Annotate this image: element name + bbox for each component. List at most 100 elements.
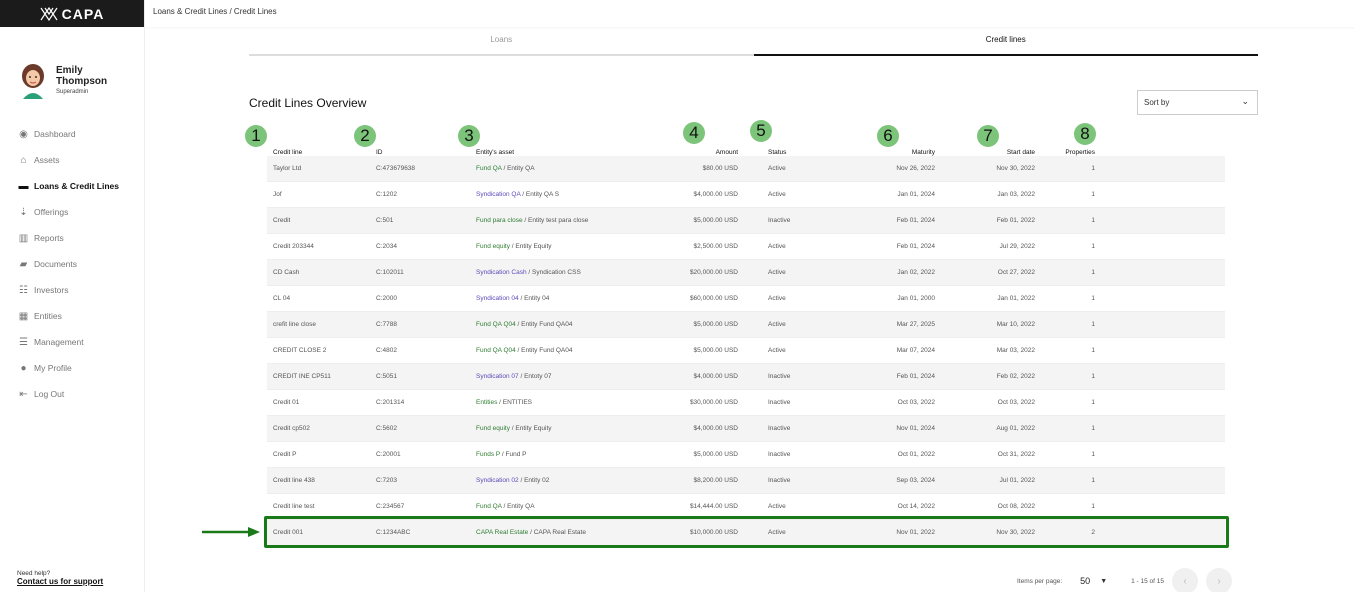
tab-credit-lines[interactable]: Credit lines — [753, 34, 1258, 56]
page-title: Credit Lines Overview — [249, 96, 367, 110]
sidebar-item-label: Investors — [34, 285, 69, 295]
asset-link[interactable]: Syndication 07 — [476, 373, 519, 380]
header-start-date[interactable]: Start date — [935, 149, 1035, 156]
cell-entity-asset: Fund QA Q04 / Entity Fund QA04 — [476, 347, 656, 354]
table-row[interactable]: Credit cp502 C:5602 Fund equity / Entity E… — [267, 416, 1225, 442]
table-row[interactable]: CL 04 C:2000 Syndication 04 / Entity 04 $60… — [267, 286, 1225, 312]
sidebar-item-my-profile[interactable]: ● My Profile — [0, 355, 144, 381]
cell-start-date: Nov 30, 2022 — [996, 165, 1035, 172]
sidebar-item-offerings[interactable]: ⇣ Offerings — [0, 199, 144, 225]
cell-start-date: Oct 31, 2022 — [997, 451, 1035, 458]
cell-id: C:234567 — [376, 503, 405, 510]
table-row[interactable]: Credit C:501 Fund para close / Entity test… — [267, 208, 1225, 234]
table-row[interactable]: Credit 01 C:201314 Entities / ENTITIES $30,… — [267, 390, 1225, 416]
cell-amount: $5,000.00 USD — [693, 347, 738, 354]
asset-link[interactable]: Fund equity — [476, 243, 510, 250]
asset-link[interactable]: Fund equity — [476, 425, 510, 432]
tab-loans[interactable]: Loans — [249, 34, 754, 56]
cell-properties: 1 — [1091, 425, 1095, 432]
cell-start-date: Oct 27, 2022 — [997, 269, 1035, 276]
header-maturity[interactable]: Maturity — [838, 149, 935, 156]
cell-entity-asset: Syndication 04 / Entity 04 — [476, 295, 656, 302]
header-amount[interactable]: Amount — [656, 149, 738, 156]
chevron-left-icon: ‹ — [1183, 575, 1187, 587]
asset-link[interactable]: Fund para close — [476, 217, 523, 224]
table-body: Taylor Ltd C:473679638 Fund QA / Entity QA… — [267, 156, 1225, 546]
cell-properties: 1 — [1091, 347, 1095, 354]
asset-link[interactable]: Syndication 04 — [476, 295, 519, 302]
table-row[interactable]: CD Cash C:102011 Syndication Cash / Syndic… — [267, 260, 1225, 286]
asset-link[interactable]: Fund QA — [476, 503, 502, 510]
table-row[interactable]: CREDIT INE CP511 C:5051 Syndication 07 / E… — [267, 364, 1225, 390]
asset-link[interactable]: Syndication QA — [476, 191, 520, 198]
sidebar-item-management[interactable]: ☰ Management — [0, 329, 144, 355]
sidebar-item-label: Management — [34, 337, 84, 347]
header-entity-asset[interactable]: Entity's asset — [476, 149, 656, 156]
sort-by-select[interactable]: Sort by ⌄ — [1137, 90, 1258, 115]
cell-credit-line: Taylor Ltd — [273, 165, 302, 172]
logout-icon: ⇤ — [19, 388, 28, 400]
table-row[interactable]: Credit 203344 C:2034 Fund equity / Entity … — [267, 234, 1225, 260]
breadcrumb[interactable]: Loans & Credit Lines / Credit Lines — [153, 7, 277, 16]
cell-amount: $20,000.00 USD — [689, 269, 738, 276]
sidebar-item-documents[interactable]: ▰ Documents — [0, 251, 144, 277]
contact-support-link[interactable]: Contact us for support — [17, 577, 103, 586]
sidebar-item-reports[interactable]: ▥ Reports — [0, 225, 144, 251]
asset-link[interactable]: Entities — [476, 399, 497, 406]
dashboard-icon: ◉ — [19, 128, 28, 140]
cell-maturity: Oct 03, 2022 — [897, 399, 935, 406]
next-page-button[interactable]: › — [1206, 568, 1233, 592]
cell-amount: $2,500.00 USD — [693, 243, 738, 250]
table-row[interactable]: Credit P C:20001 Funds P / Fund P $5,000.00… — [267, 442, 1225, 468]
cell-credit-line: CD Cash — [273, 269, 300, 276]
topbar: Loans & Credit Lines / Credit Lines — [145, 0, 1355, 27]
cell-credit-line: CREDIT CLOSE 2 — [273, 347, 327, 354]
header-properties[interactable]: Properties — [1035, 149, 1095, 156]
pagination: Items per page: 50 ▼ 1 - 15 of 15 ‹ › — [1017, 568, 1233, 592]
cell-status: Active — [768, 295, 786, 302]
asset-link[interactable]: Syndication Cash — [476, 269, 527, 276]
cell-id: C:4802 — [376, 347, 397, 354]
cell-entity-asset: Fund QA Q04 / Entity Fund QA04 — [476, 321, 656, 328]
sidebar-item-dashboard[interactable]: ◉ Dashboard — [0, 121, 144, 147]
asset-link[interactable]: Fund QA Q04 — [476, 321, 516, 328]
cell-entity-asset: Fund QA / Entity QA — [476, 503, 656, 510]
sidebar-item-label: Entities — [34, 311, 62, 321]
caret-down-icon[interactable]: ▼ — [1100, 578, 1107, 585]
sidebar-item-entities[interactable]: ▦ Entities — [0, 303, 144, 329]
asset-link[interactable]: Funds P — [476, 451, 500, 458]
cell-properties: 1 — [1091, 451, 1095, 458]
cell-credit-line: Jof — [273, 191, 282, 198]
cell-credit-line: Credit cp502 — [273, 425, 310, 432]
cell-start-date: Mar 10, 2022 — [996, 321, 1035, 328]
items-per-page-select[interactable]: 50 — [1080, 576, 1090, 586]
header-status[interactable]: Status — [738, 149, 838, 156]
table-row[interactable]: Jof C:1202 Syndication QA / Entity QA S $4,… — [267, 182, 1225, 208]
cell-entity-asset: Syndication Cash / Syndication CSS — [476, 269, 656, 276]
cell-status: Active — [768, 503, 786, 510]
cell-credit-line: Credit line 438 — [273, 477, 315, 484]
table-row[interactable]: Credit line 438 C:7203 Syndication 02 / En… — [267, 468, 1225, 494]
table-row[interactable]: Taylor Ltd C:473679638 Fund QA / Entity QA… — [267, 156, 1225, 182]
table-row[interactable]: CREDIT CLOSE 2 C:4802 Fund QA Q04 / Entity… — [267, 338, 1225, 364]
sidebar-item-label: Assets — [34, 155, 60, 165]
sidebar-item-loans-credit-lines[interactable]: ▬ Loans & Credit Lines — [0, 173, 144, 199]
logo[interactable]: CAPA — [0, 0, 144, 27]
sidebar-item-assets[interactable]: ⌂ Assets — [0, 147, 144, 173]
cell-id: C:5051 — [376, 373, 397, 380]
support: Need help? Contact us for support — [17, 570, 103, 586]
sidebar-item-investors[interactable]: ☷ Investors — [0, 277, 144, 303]
header-credit-line[interactable]: Credit line — [267, 149, 376, 156]
asset-link[interactable]: Fund QA — [476, 165, 502, 172]
cell-status: Active — [768, 321, 786, 328]
entity-name: Fund P — [505, 451, 527, 458]
cell-entity-asset: Fund QA / Entity QA — [476, 165, 656, 172]
table-row[interactable]: crefit line close C:7788 Fund QA Q04 / Ent… — [267, 312, 1225, 338]
sidebar-item-log-out[interactable]: ⇤ Log Out — [0, 381, 144, 407]
entity-name: Entity QA — [507, 503, 535, 510]
support-prompt: Need help? — [17, 570, 51, 577]
header-id[interactable]: ID — [376, 149, 476, 156]
prev-page-button[interactable]: ‹ — [1172, 568, 1199, 592]
asset-link[interactable]: Fund QA Q04 — [476, 347, 516, 354]
asset-link[interactable]: Syndication 02 — [476, 477, 519, 484]
